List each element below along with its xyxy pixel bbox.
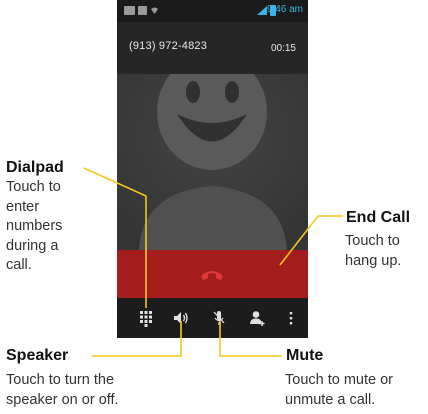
speaker-callout-description: Touch to turn the speaker on or off.: [6, 372, 119, 408]
speaker-callout-title: Speaker: [6, 347, 69, 364]
end-call-leader-line: [279, 215, 343, 266]
end-call-callout-title: End Call: [346, 209, 411, 226]
mute-callout-description: Touch to mute or unmute a call.: [285, 372, 393, 408]
dialpad-leader-line: [83, 167, 147, 308]
dialpad-callout-title: Dialpad: [6, 159, 64, 176]
mute-callout-title: Mute: [286, 347, 324, 364]
speaker-leader-line: [92, 321, 182, 357]
end-call-callout-description: Touch to hang up.: [345, 233, 402, 269]
dialpad-callout-description: Touch to enter numbers during a call.: [6, 179, 63, 273]
mute-leader-line: [219, 321, 282, 357]
